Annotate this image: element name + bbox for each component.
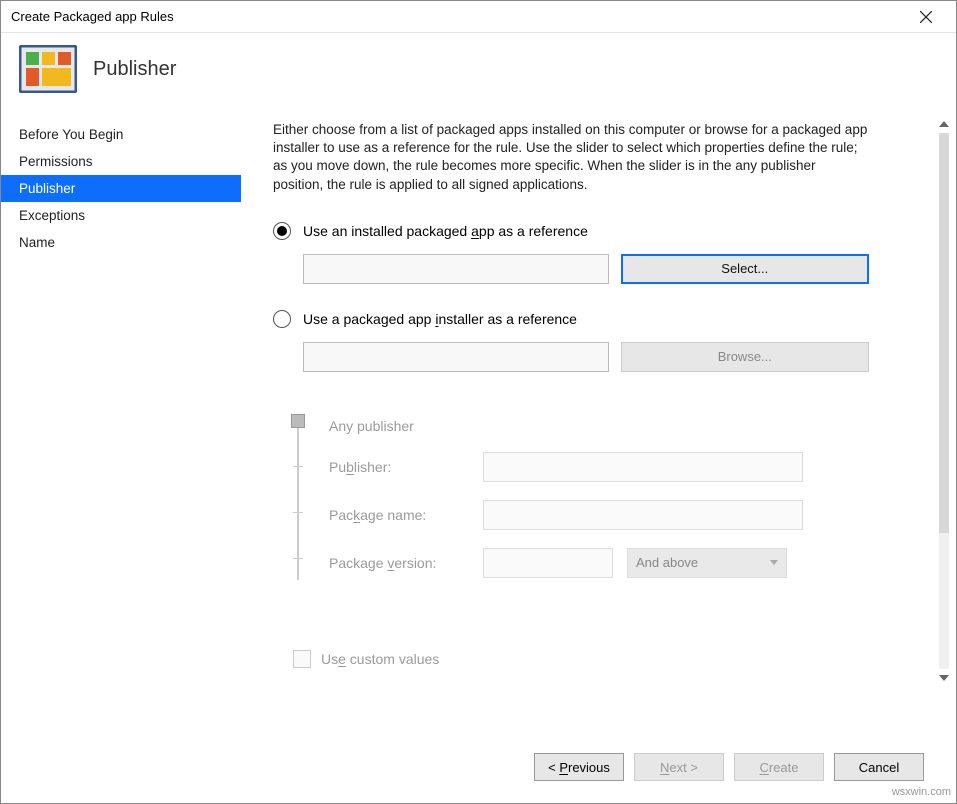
sidebar-item-name[interactable]: Name	[1, 229, 241, 256]
installer-path-input	[303, 342, 609, 372]
titlebar: Create Packaged app Rules	[1, 1, 956, 33]
specificity-slider[interactable]	[283, 418, 313, 580]
checkbox-icon	[293, 650, 311, 668]
package-version-input	[483, 548, 613, 578]
intro-text: Either choose from a list of packaged ap…	[273, 121, 869, 194]
slider-row-package-version: Package version: And above	[329, 548, 859, 578]
wizard-body: Before You Begin Permissions Publisher E…	[1, 113, 956, 737]
close-icon	[920, 11, 932, 23]
option-installed-label: Use an installed packaged app as a refer…	[303, 223, 588, 239]
sidebar: Before You Begin Permissions Publisher E…	[1, 113, 241, 737]
applocker-icon	[19, 45, 77, 93]
browse-button: Browse...	[621, 342, 869, 372]
content-area: Either choose from a list of packaged ap…	[241, 113, 956, 737]
radio-icon	[273, 310, 291, 328]
use-custom-values-label: Use custom values	[321, 651, 439, 667]
option-installer[interactable]: Use a packaged app installer as a refere…	[273, 310, 869, 328]
close-button[interactable]	[904, 2, 948, 32]
option-installer-label: Use a packaged app installer as a refere…	[303, 311, 577, 327]
select-button[interactable]: Select...	[621, 254, 869, 284]
previous-button[interactable]: < Previous	[534, 753, 624, 781]
installer-row: Browse...	[303, 342, 869, 372]
wizard-footer: < Previous Next > Create Cancel	[1, 737, 956, 803]
page-title: Publisher	[93, 58, 176, 81]
installed-app-input[interactable]	[303, 254, 609, 284]
slider-thumb-icon	[291, 414, 305, 428]
vertical-scrollbar[interactable]	[936, 121, 952, 681]
sidebar-item-permissions[interactable]: Permissions	[1, 148, 241, 175]
wizard-header: Publisher	[1, 33, 956, 113]
slider-row-package-name: Package name:	[329, 500, 859, 530]
chevron-down-icon	[770, 560, 778, 565]
radio-icon	[273, 222, 291, 240]
scrollbar-thumb	[939, 133, 949, 533]
sidebar-item-before-you-begin[interactable]: Before You Begin	[1, 121, 241, 148]
scroll-up-icon	[939, 121, 949, 127]
watermark: wsxwin.com	[892, 786, 951, 798]
specificity-panel: Any publisher Publisher: Package name: P…	[273, 398, 869, 590]
window-title: Create Packaged app Rules	[11, 9, 904, 24]
slider-row-publisher: Publisher:	[329, 452, 859, 482]
scroll-down-icon	[939, 675, 949, 681]
cancel-button[interactable]: Cancel	[834, 753, 924, 781]
slider-row-any-publisher: Any publisher	[329, 418, 859, 434]
option-installed-app[interactable]: Use an installed packaged app as a refer…	[273, 222, 869, 240]
package-name-input	[483, 500, 803, 530]
sidebar-item-exceptions[interactable]: Exceptions	[1, 202, 241, 229]
sidebar-item-publisher[interactable]: Publisher	[1, 175, 241, 202]
installed-app-row: Select...	[303, 254, 869, 284]
version-condition-combo: And above	[627, 548, 787, 578]
use-custom-values-checkbox: Use custom values	[293, 650, 869, 668]
next-button: Next >	[634, 753, 724, 781]
publisher-input	[483, 452, 803, 482]
create-button: Create	[734, 753, 824, 781]
